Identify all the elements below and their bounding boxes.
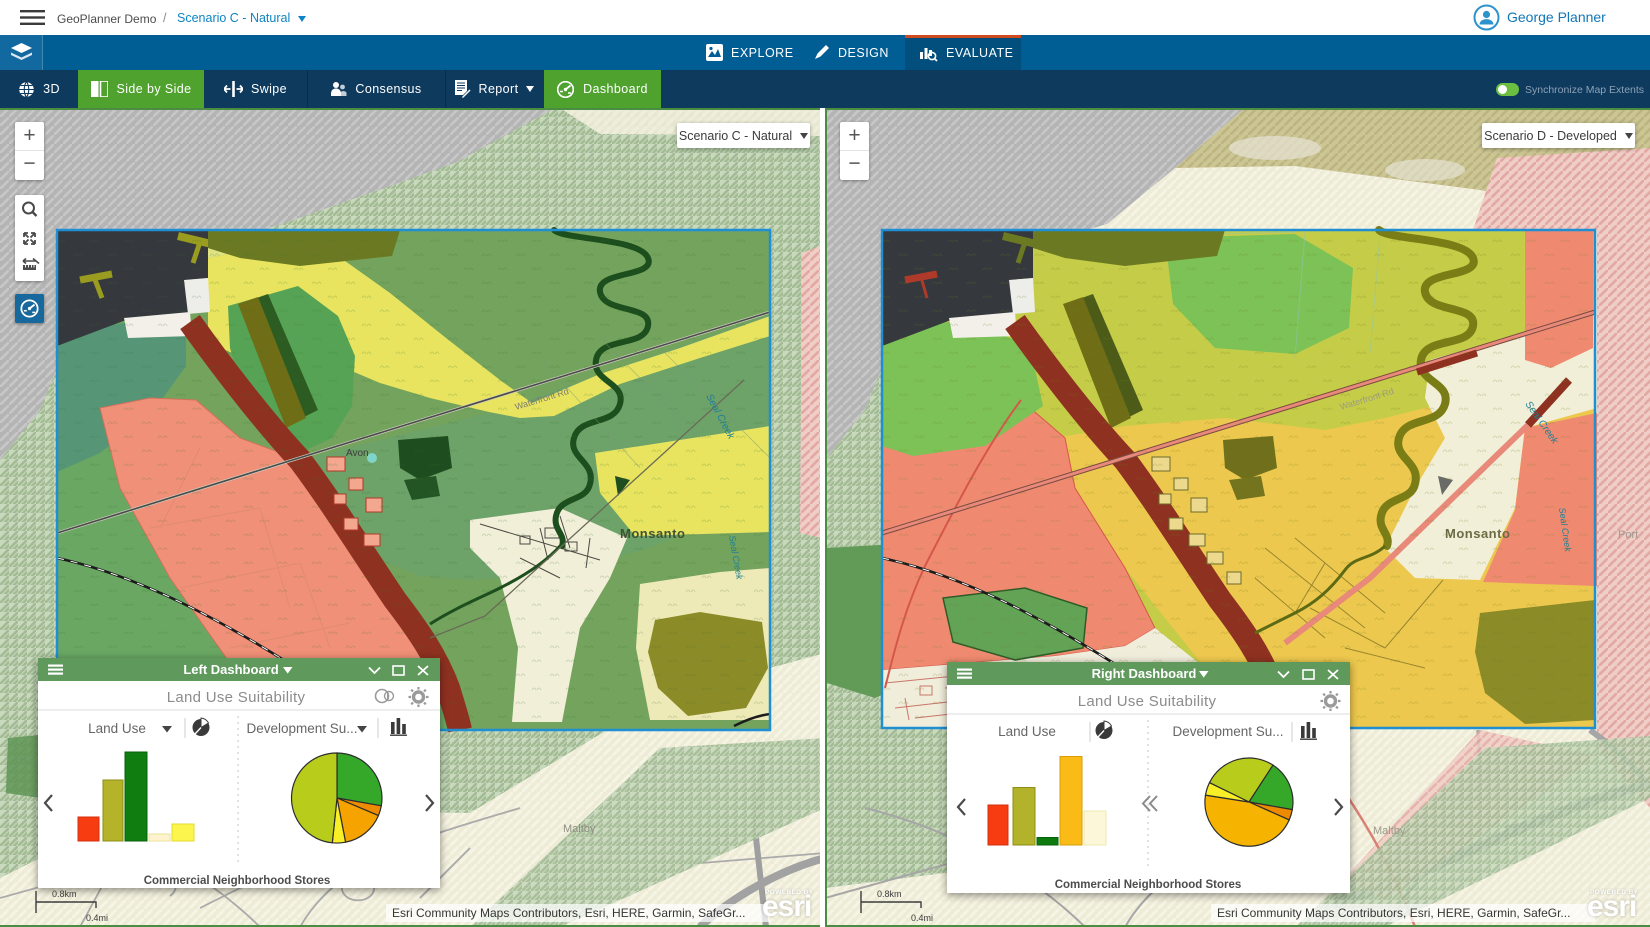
svg-text:Left Dashboard: Left Dashboard xyxy=(183,662,278,677)
svg-text:Maltby: Maltby xyxy=(563,823,596,835)
svg-text:0.4mi: 0.4mi xyxy=(911,913,933,923)
svg-text:Land Use Suitability: Land Use Suitability xyxy=(1078,693,1217,710)
svg-text:0.8km: 0.8km xyxy=(877,889,902,899)
svg-text:Development Su...: Development Su... xyxy=(1172,724,1283,739)
svg-text:Maltby: Maltby xyxy=(1373,825,1406,837)
svg-text:Commercial Neighborhood Stores: Commercial Neighborhood Stores xyxy=(144,875,331,887)
svg-text:Land Use: Land Use xyxy=(998,724,1056,739)
svg-text:Port: Port xyxy=(1618,529,1638,541)
svg-text:0.4mi: 0.4mi xyxy=(86,913,108,923)
svg-text:Land Use Suitability: Land Use Suitability xyxy=(167,689,306,706)
svg-text:Land Use: Land Use xyxy=(88,721,146,736)
svg-text:Development Su...: Development Su... xyxy=(246,721,357,736)
svg-text:0.8km: 0.8km xyxy=(52,889,77,899)
svg-text:Right Dashboard: Right Dashboard xyxy=(1092,666,1197,681)
svg-text:Commercial Neighborhood Stores: Commercial Neighborhood Stores xyxy=(1055,879,1242,891)
